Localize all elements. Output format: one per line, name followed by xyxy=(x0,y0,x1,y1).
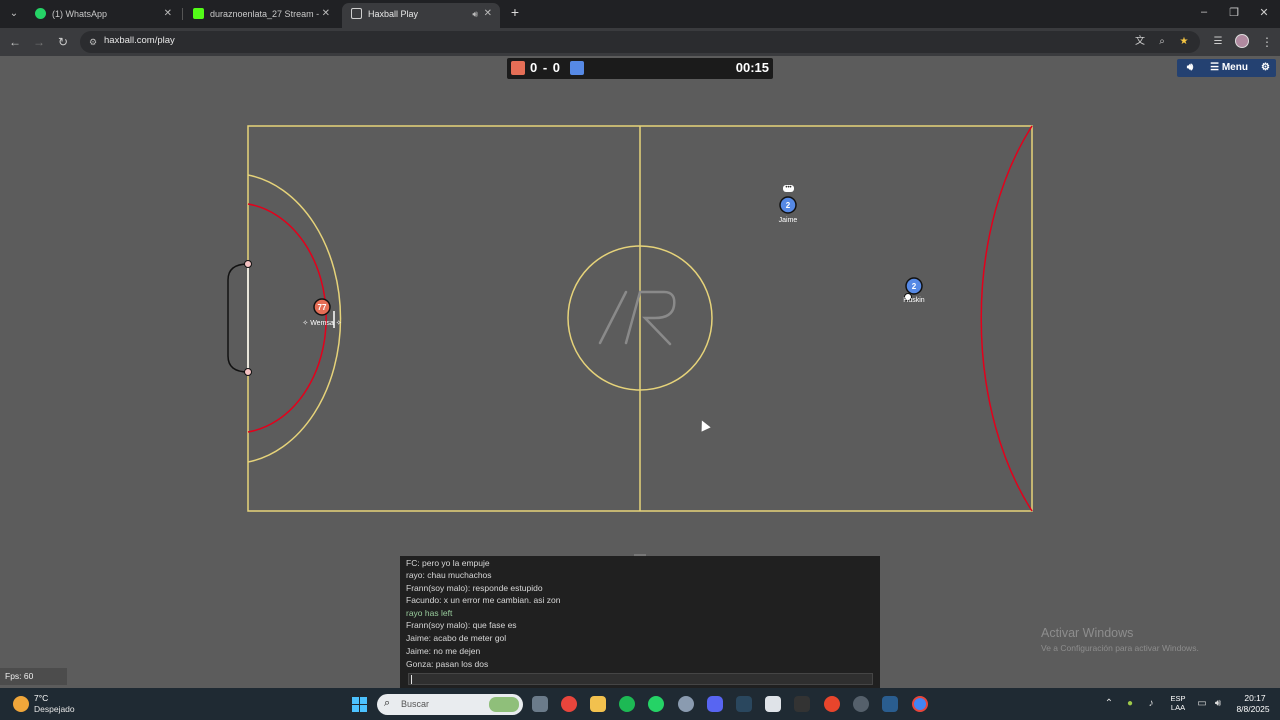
red-player: 77 xyxy=(313,298,331,316)
left-goal-post-bottom xyxy=(244,368,252,376)
weather-description[interactable]: Despejado xyxy=(34,704,75,714)
chat-panel: FC: pero yo la empuje rayo: chau muchach… xyxy=(400,556,880,688)
task-view-icon[interactable] xyxy=(532,696,548,712)
blue-player-name: Huskin xyxy=(903,297,925,304)
game-menu-bar: 🔊︎ ☰ Menu ⚙ xyxy=(1177,59,1276,77)
text-caret xyxy=(411,675,412,684)
scoreboard: 0 - 0 00:15 xyxy=(507,58,773,79)
center-logo xyxy=(598,290,676,346)
match-timer: 00:15 xyxy=(735,60,769,75)
input-language[interactable]: ESP LAA xyxy=(1168,694,1188,712)
windows-taskbar: 7°C Despejado ⌕ Buscar ⌃ ● ♪ ESP LAA ▭ 🔊… xyxy=(0,688,1280,720)
app-icon[interactable] xyxy=(853,696,869,712)
steam-icon[interactable] xyxy=(736,696,752,712)
store-icon[interactable] xyxy=(765,696,781,712)
clock-time[interactable]: 20:17 xyxy=(1236,693,1274,703)
epic-games-icon[interactable] xyxy=(794,696,810,712)
red-player-name: ✧ Wemsa ✧ xyxy=(302,320,342,327)
blue-player-number: 2 xyxy=(912,282,917,291)
clock-date[interactable]: 8/8/2025 xyxy=(1230,704,1276,714)
weather-temperature[interactable]: 7°C xyxy=(34,693,48,703)
chat-message: rayo: chau muchachos xyxy=(406,570,492,580)
whatsapp-icon[interactable] xyxy=(648,696,664,712)
chat-message: Facundo: x un error me cambian. asi zon xyxy=(406,595,561,605)
language-code: ESP xyxy=(1170,694,1186,703)
right-red-arc xyxy=(980,125,1033,512)
steam-icon[interactable] xyxy=(882,696,898,712)
menu-icon: ☰ xyxy=(1210,62,1220,73)
volume-icon[interactable]: 🔊︎ xyxy=(1211,698,1225,709)
chat-system-message: rayo has left xyxy=(406,608,453,618)
left-red-arc xyxy=(247,203,327,433)
fps-counter: Fps: 60 xyxy=(0,668,67,685)
activation-watermark-subtitle: Ve a Configuración para activar Windows. xyxy=(1041,643,1199,653)
sound-toggle-icon[interactable]: 🔊︎ xyxy=(1177,59,1203,77)
chat-message: Frann(soy malo): responde estupido xyxy=(406,583,543,593)
blue-player-number: 2 xyxy=(786,201,791,210)
layout-code: LAA xyxy=(1170,703,1186,712)
chat-bubble-icon: ••• xyxy=(783,185,794,192)
chevron-up-icon[interactable]: ⌃ xyxy=(1102,698,1116,709)
microphone-icon[interactable]: ♪ xyxy=(1144,698,1158,709)
menu-label: Menu xyxy=(1221,62,1248,73)
search-highlight-icon xyxy=(489,697,519,712)
settings-icon[interactable] xyxy=(678,696,694,712)
chat-input[interactable] xyxy=(408,673,873,685)
blue-player-huskin: 2 xyxy=(905,277,923,295)
search-icon: ⌕ xyxy=(384,697,391,709)
chat-message: Gonza: pasan los dos xyxy=(406,659,489,669)
chat-message: Frann(soy malo): que fase es xyxy=(406,620,517,630)
score-text: 0 - 0 xyxy=(530,60,562,75)
tray-app-icon[interactable]: ● xyxy=(1123,698,1137,709)
chat-message: Jaime: acabo de meter gol xyxy=(406,633,507,643)
activation-watermark-title: Activar Windows xyxy=(1041,626,1134,640)
menu-button[interactable]: ☰ Menu xyxy=(1205,59,1253,77)
red-player-number: 77 xyxy=(318,303,327,312)
left-goal-net xyxy=(227,263,249,373)
search-placeholder: Buscar xyxy=(401,699,430,709)
chrome-icon[interactable] xyxy=(561,696,577,712)
discord-icon[interactable] xyxy=(707,696,723,712)
app-icon[interactable] xyxy=(824,696,840,712)
weather-icon[interactable] xyxy=(13,696,29,712)
spotify-icon[interactable] xyxy=(619,696,635,712)
chrome-icon[interactable] xyxy=(912,696,928,712)
chat-message: FC: pero yo la empuje xyxy=(406,558,490,568)
file-explorer-icon[interactable] xyxy=(590,696,606,712)
chat-message: Jaime: no me dejen xyxy=(406,646,481,656)
blue-team-swatch xyxy=(570,61,584,75)
red-team-swatch xyxy=(511,61,525,75)
blue-player-jaime: 2 xyxy=(779,196,797,214)
left-goal-post-top xyxy=(244,260,252,268)
taskbar-search[interactable]: ⌕ Buscar xyxy=(377,694,523,715)
network-icon[interactable]: ▭ xyxy=(1195,698,1209,709)
windows-start-icon[interactable] xyxy=(352,697,367,712)
blue-player-name: Jaime xyxy=(778,217,798,224)
settings-gear-icon[interactable]: ⚙ xyxy=(1255,59,1276,77)
